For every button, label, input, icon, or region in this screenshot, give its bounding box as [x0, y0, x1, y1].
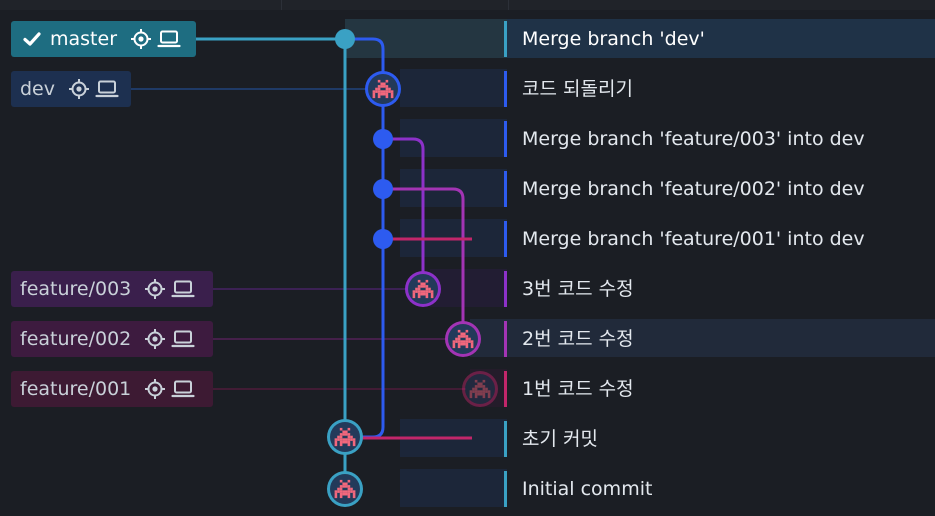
commit-row-bg[interactable]	[430, 269, 507, 307]
commit-message[interactable]: Merge branch 'feature/001' into dev	[522, 227, 865, 251]
commit-avatar[interactable]	[462, 371, 498, 407]
commit-message[interactable]: 초기 커밋	[522, 427, 598, 451]
branch-label: feature/001	[20, 378, 132, 400]
commit-row-bg[interactable]	[400, 469, 507, 507]
target-icon[interactable]	[143, 377, 167, 401]
commit-avatar[interactable]	[327, 471, 363, 507]
laptop-icon[interactable]	[95, 77, 119, 101]
branch-label: master	[50, 28, 118, 50]
target-icon[interactable]	[129, 27, 153, 51]
commit-message[interactable]: 1번 코드 수정	[522, 377, 634, 401]
row-highlights	[345, 19, 935, 507]
branch-tag-master[interactable]: master	[11, 21, 196, 57]
commit-message[interactable]: Initial commit	[522, 477, 652, 501]
merge-dot[interactable]	[373, 229, 393, 249]
merge-dot[interactable]	[373, 179, 393, 199]
branch-label: feature/002	[20, 328, 132, 350]
commit-message[interactable]: 3번 코드 수정	[522, 277, 634, 301]
target-icon[interactable]	[143, 327, 167, 351]
merge-dot[interactable]	[373, 129, 393, 149]
branch-tag-feature-003[interactable]: feature/003	[11, 271, 213, 307]
merge-dot[interactable]	[335, 29, 355, 49]
commit-message[interactable]: Merge branch 'feature/002' into dev	[522, 177, 865, 201]
branch-tag-dev[interactable]: dev	[11, 71, 131, 107]
laptop-icon[interactable]	[171, 277, 195, 301]
target-icon[interactable]	[143, 277, 167, 301]
commit-graph	[131, 19, 935, 507]
laptop-icon[interactable]	[171, 327, 195, 351]
commit-message[interactable]: Merge branch 'feature/003' into dev	[522, 127, 865, 151]
commit-row-bg[interactable]	[400, 69, 507, 107]
branch-tag-feature-002[interactable]: feature/002	[11, 321, 213, 357]
commit-avatar[interactable]	[327, 419, 363, 455]
check-icon	[20, 27, 44, 51]
branch-tag-feature-001[interactable]: feature/001	[11, 371, 213, 407]
commit-avatar[interactable]	[445, 321, 481, 357]
laptop-icon[interactable]	[157, 27, 181, 51]
commit-message[interactable]: 코드 되돌리기	[522, 77, 633, 101]
target-icon[interactable]	[67, 77, 91, 101]
laptop-icon[interactable]	[171, 377, 195, 401]
feature-003-lane	[383, 137, 425, 289]
commit-message[interactable]: 2번 코드 수정	[522, 327, 634, 351]
branch-label: dev	[20, 78, 55, 100]
row-bars	[504, 21, 507, 507]
branch-label: feature/003	[20, 278, 132, 300]
commit-avatar[interactable]	[405, 271, 441, 307]
commit-message[interactable]: Merge branch 'dev'	[522, 27, 705, 51]
commit-avatar[interactable]	[365, 71, 401, 107]
